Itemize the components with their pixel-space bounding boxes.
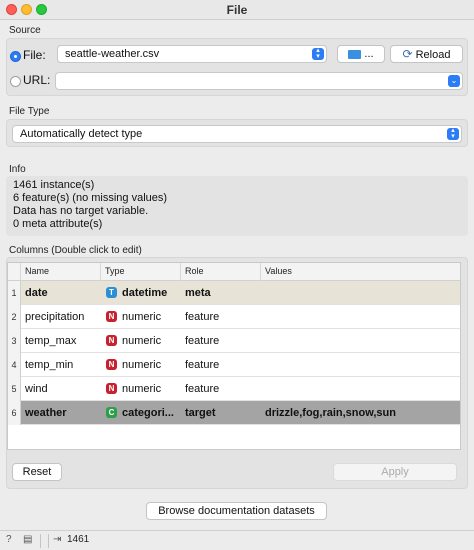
- column-type-cell[interactable]: numeric: [122, 329, 180, 353]
- row-number: 5: [8, 377, 21, 401]
- info-meta: 0 meta attribute(s): [13, 218, 103, 230]
- column-values-cell[interactable]: [265, 353, 460, 377]
- url-combo[interactable]: ⌄: [55, 72, 463, 90]
- columns-table[interactable]: Name Type Role Values 1 date T datetime …: [7, 262, 461, 450]
- column-name-cell[interactable]: wind: [25, 377, 99, 401]
- numeric-type-icon: N: [106, 311, 117, 322]
- reload-button[interactable]: ⟳ Reload: [390, 45, 463, 63]
- column-type-cell[interactable]: numeric: [122, 353, 180, 377]
- column-role-cell[interactable]: feature: [185, 305, 259, 329]
- column-role-cell[interactable]: feature: [185, 329, 259, 353]
- column-type-cell[interactable]: categori...: [122, 401, 180, 425]
- status-bar: ? ▤ ⇥ 1461: [0, 530, 474, 550]
- apply-button[interactable]: Apply: [333, 463, 457, 481]
- url-radio-label: URL:: [23, 73, 51, 87]
- table-row[interactable]: 3 temp_max N numeric feature: [8, 329, 460, 353]
- row-number: 3: [8, 329, 21, 353]
- reset-button[interactable]: Reset: [12, 463, 62, 481]
- columns-section-label: Columns (Double click to edit): [9, 245, 142, 256]
- column-type-cell[interactable]: datetime: [122, 281, 180, 305]
- column-values-cell[interactable]: [265, 329, 460, 353]
- column-values-cell[interactable]: [265, 305, 460, 329]
- browse-button-label: ...: [364, 48, 374, 60]
- info-box: 1461 instance(s) 6 feature(s) (no missin…: [6, 176, 468, 236]
- column-header-values[interactable]: Values: [261, 263, 460, 281]
- column-type-cell[interactable]: numeric: [122, 377, 180, 401]
- title-bar: File: [0, 0, 474, 20]
- status-separator: [48, 534, 49, 548]
- file-type-combo[interactable]: Automatically detect type ▴ ▾: [12, 125, 462, 143]
- row-number: 2: [8, 305, 21, 329]
- status-separator: [40, 534, 41, 548]
- row-number: 1: [8, 281, 21, 305]
- updown-arrow-icon: ▴ ▾: [447, 127, 459, 140]
- file-radio-label: File:: [23, 48, 46, 62]
- column-name-cell[interactable]: weather: [25, 401, 99, 425]
- column-values-cell[interactable]: drizzle,fog,rain,snow,sun: [265, 401, 460, 425]
- report-icon[interactable]: ▤: [23, 534, 32, 545]
- numeric-type-icon: N: [106, 359, 117, 370]
- row-number: 6: [8, 401, 21, 425]
- column-role-cell[interactable]: target: [185, 401, 259, 425]
- datetime-type-icon: T: [106, 287, 117, 298]
- table-row[interactable]: 2 precipitation N numeric feature: [8, 305, 460, 329]
- source-section-label: Source: [9, 25, 41, 36]
- info-features: 6 feature(s) (no missing values): [13, 192, 168, 204]
- numeric-type-icon: N: [106, 335, 117, 346]
- file-combo[interactable]: seattle-weather.csv ▴ ▾: [57, 45, 327, 63]
- browse-documentation-datasets-button[interactable]: Browse documentation datasets: [146, 502, 327, 520]
- table-row[interactable]: 5 wind N numeric feature: [8, 377, 460, 401]
- help-icon[interactable]: ?: [6, 534, 12, 545]
- window-title: File: [226, 3, 248, 17]
- file-type-section-label: File Type: [9, 106, 50, 117]
- column-header-name[interactable]: Name: [21, 263, 101, 281]
- numeric-type-icon: N: [106, 383, 117, 394]
- column-name-cell[interactable]: temp_min: [25, 353, 99, 377]
- output-count: 1461: [67, 534, 90, 545]
- table-row[interactable]: 1 date T datetime meta: [8, 281, 460, 305]
- table-row[interactable]: 6 weather C categori... target drizzle,f…: [8, 401, 460, 425]
- folder-icon: [348, 50, 362, 59]
- column-role-cell[interactable]: feature: [185, 377, 259, 401]
- file-combo-value: seattle-weather.csv: [65, 48, 160, 60]
- table-row[interactable]: 4 temp_min N numeric feature: [8, 353, 460, 377]
- column-name-cell[interactable]: precipitation: [25, 305, 99, 329]
- file-radio[interactable]: [10, 51, 21, 62]
- info-target: Data has no target variable.: [13, 205, 149, 217]
- table-corner: [8, 263, 21, 281]
- column-role-cell[interactable]: feature: [185, 353, 259, 377]
- reload-icon: ⟳: [402, 47, 413, 61]
- info-section-label: Info: [9, 164, 26, 175]
- column-values-cell[interactable]: [265, 377, 460, 401]
- reload-button-label: Reload: [415, 49, 451, 61]
- column-role-cell[interactable]: meta: [185, 281, 259, 305]
- column-name-cell[interactable]: temp_max: [25, 329, 99, 353]
- column-header-type[interactable]: Type: [101, 263, 181, 281]
- file-type-box: Automatically detect type ▴ ▾: [6, 119, 468, 147]
- url-radio[interactable]: [10, 76, 21, 87]
- browse-file-button[interactable]: ...: [337, 45, 385, 63]
- file-type-value: Automatically detect type: [20, 128, 143, 140]
- categorical-type-icon: C: [106, 407, 117, 418]
- chevron-down-icon: ⌄: [448, 75, 460, 87]
- info-instances: 1461 instance(s): [13, 179, 95, 191]
- output-icon: ⇥: [53, 534, 62, 545]
- row-number: 4: [8, 353, 21, 377]
- column-name-cell[interactable]: date: [25, 281, 99, 305]
- column-type-cell[interactable]: numeric: [122, 305, 180, 329]
- column-header-role[interactable]: Role: [181, 263, 261, 281]
- updown-arrow-icon: ▴ ▾: [312, 47, 324, 60]
- column-values-cell[interactable]: [265, 281, 460, 305]
- source-box: File: seattle-weather.csv ▴ ▾ ... ⟳ Reload…: [6, 38, 468, 96]
